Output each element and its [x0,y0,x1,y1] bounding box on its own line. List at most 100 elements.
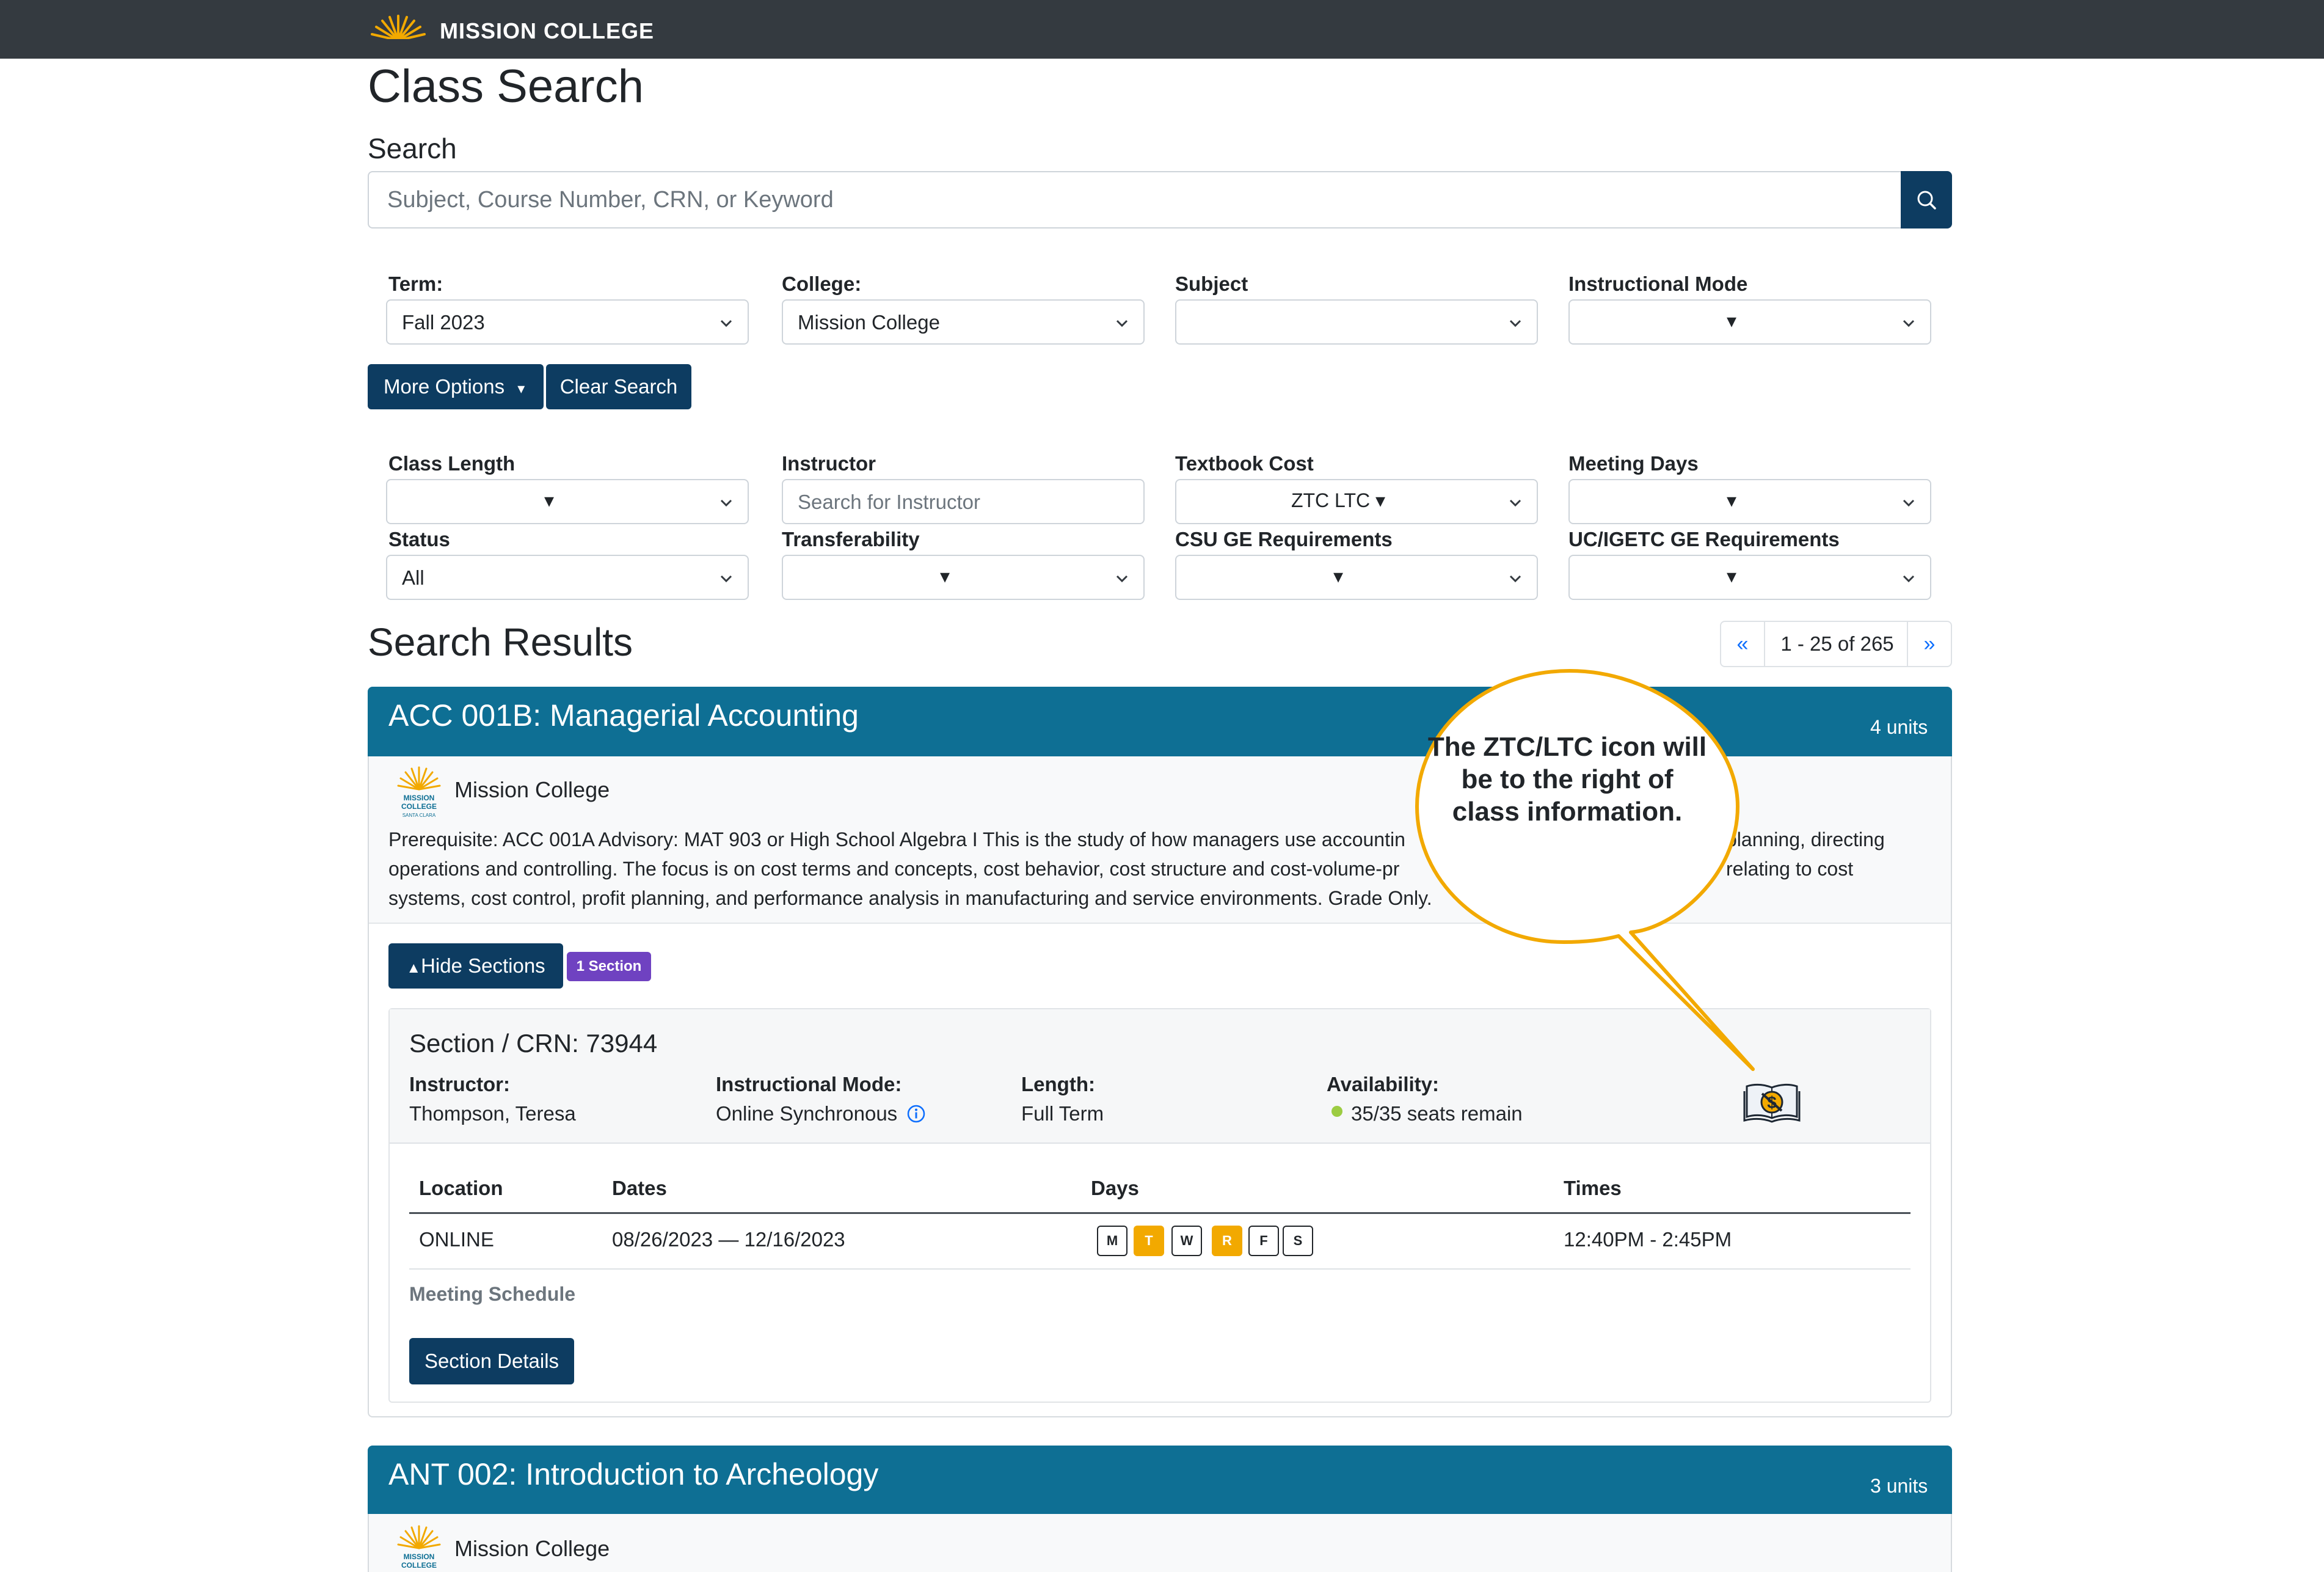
instructional-mode-text: Online Synchronous [716,1102,898,1125]
chevron-down-icon [1509,499,1521,507]
status-value: All [402,566,424,589]
caret-down-icon: ▾ [1726,489,1737,511]
day-friday: F [1248,1226,1279,1256]
pagination-info: 1 - 25 of 265 [1780,632,1894,655]
instructional-mode: Online Synchronous [716,1102,926,1125]
section-count-badge: 1 Section [567,952,651,981]
meeting-dates: 08/26/2023 — 12/16/2023 [612,1228,845,1251]
uc-igetc-label: UC/IGETC GE Requirements [1568,528,1840,550]
section-details-button[interactable]: Section Details [409,1338,574,1384]
info-icon[interactable] [906,1104,926,1124]
instructor-placeholder: Search for Instructor [798,491,980,513]
course-units: 4 units [1870,716,1928,738]
pagination-next-button[interactable]: » [1907,622,1951,666]
uc-igetc-select[interactable]: ▾ [1568,555,1931,600]
course-college: Mission College [454,777,610,802]
instructor-label: Instructor [782,452,876,475]
caret-down-icon: ▾ [1333,565,1344,587]
instructional-mode-heading: Instructional Mode: [716,1073,902,1095]
instructor-heading: Instructor: [409,1073,510,1095]
clear-search-button[interactable]: Clear Search [546,364,691,409]
term-select[interactable]: Fall 2023 [386,299,749,345]
ztc-ltc-textbook-icon[interactable]: $ [1743,1079,1801,1123]
logo-text-line-3: SANTA CLARA [403,813,436,818]
table-header-divider [409,1212,1911,1214]
pagination: « 1 - 25 of 265 » [1720,621,1952,667]
search-heading: Search [368,133,457,164]
section-title: Section / CRN: 73944 [409,1029,658,1058]
csu-ge-select[interactable]: ▾ [1175,555,1538,600]
status-label: Status [388,528,450,550]
course-description-line-3: systems, cost control, profit planning, … [388,887,1432,909]
instructor-field[interactable]: Search for Instructor [782,479,1145,524]
chevron-down-icon [720,320,732,327]
logo-text-line-1: MISSION [404,1552,435,1561]
instructional-mode-select[interactable]: ▾ [1568,299,1931,345]
logo-text-line-1: MISSION [404,794,435,802]
status-select[interactable]: All [386,555,749,600]
chevron-down-icon [1509,320,1521,327]
college-select[interactable]: Mission College [782,299,1145,345]
textbook-cost-label: Textbook Cost [1175,452,1314,475]
caret-up-icon: ▲ [406,960,421,976]
day-monday: M [1097,1226,1127,1256]
textbook-cost-select[interactable]: ZTC LTC ▾ [1175,479,1538,524]
day-saturday: S [1283,1226,1313,1256]
search-icon [1917,191,1936,210]
top-navbar [0,0,2324,59]
more-options-label: More Options [384,375,505,398]
class-length-label: Class Length [388,452,515,475]
course-description-line-1: Prerequisite: ACC 001A Advisory: MAT 903… [388,828,1405,850]
search-box [368,171,1901,228]
availability-status-dot [1331,1106,1342,1117]
meeting-days-label: Meeting Days [1568,452,1699,475]
subject-select[interactable] [1175,299,1538,345]
instructional-mode-label: Instructional Mode [1568,272,1748,295]
hide-sections-button[interactable]: ▲Hide Sections [388,943,563,989]
logo-text-line-2: COLLEGE [401,802,437,811]
callout-text: The ZTC/LTC icon will be to the right of… [1427,732,1707,827]
course-title[interactable]: ANT 002: Introduction to Archeology [388,1457,878,1492]
mission-college-logo: MISSION COLLEGE SANTA CLARA [397,766,441,818]
length-value: Full Term [1021,1102,1104,1125]
caret-down-icon: ▾ [939,565,950,587]
table-row-divider [409,1268,1911,1270]
chevron-down-icon [1116,575,1128,583]
meeting-days-select[interactable]: ▾ [1568,479,1931,524]
days-column-header: Days [1091,1177,1139,1199]
page-title: Class Search [368,60,644,112]
search-results-heading: Search Results [368,620,633,664]
caret-down-icon: ▾ [1375,489,1386,511]
search-button[interactable] [1901,171,1952,228]
meeting-location: ONLINE [419,1228,494,1251]
chevron-down-icon [1903,499,1915,507]
meeting-times: 12:40PM - 2:45PM [1564,1228,1732,1251]
term-label: Term: [388,272,443,295]
more-options-button[interactable]: More Options ▾ [368,364,544,409]
course-college: Mission College [454,1536,610,1561]
day-wednesday: W [1171,1226,1202,1256]
search-input[interactable] [387,172,1878,227]
caret-down-icon: ▾ [1726,310,1737,332]
college-value: Mission College [798,311,940,334]
meeting-schedule-link[interactable]: Meeting Schedule [409,1283,575,1306]
chevron-down-icon [720,499,732,507]
course-title[interactable]: ACC 001B: Managerial Accounting [388,698,859,733]
class-length-select[interactable]: ▾ [386,479,749,524]
pagination-prev-button[interactable]: « [1721,622,1765,666]
college-name[interactable]: MISSION COLLEGE [440,18,654,44]
length-heading: Length: [1021,1073,1095,1095]
day-thursday: R [1212,1226,1242,1256]
chevron-down-icon [1903,320,1915,327]
transferability-label: Transferability [782,528,920,550]
times-column-header: Times [1564,1177,1622,1199]
course-description-line-2: operations and controlling. The focus is… [388,858,1400,880]
location-column-header: Location [419,1177,503,1199]
caret-down-icon: ▾ [1726,565,1737,587]
chevron-down-icon [1509,575,1521,583]
mission-college-sun-logo[interactable] [369,13,428,44]
transferability-select[interactable]: ▾ [782,555,1145,600]
mission-college-logo: MISSION COLLEGE [397,1525,441,1570]
availability-value: 35/35 seats remain [1351,1102,1523,1125]
college-label: College: [782,272,862,295]
